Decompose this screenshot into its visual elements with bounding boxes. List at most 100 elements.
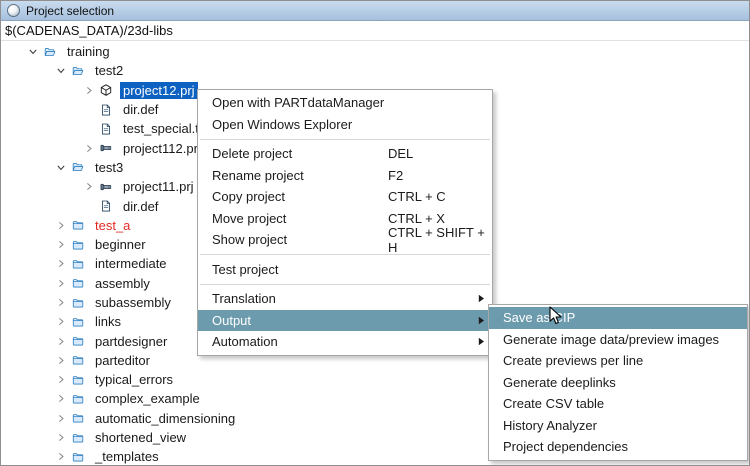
expander-collapsed[interactable] (56, 219, 69, 232)
document-icon (100, 121, 112, 137)
tree-item-label: automatic_dimensioning (95, 410, 236, 426)
menu-item-rename-project[interactable]: Rename project F2 (198, 165, 492, 187)
menu-item-shortcut: CTRL + SHIFT + H (388, 224, 485, 255)
menu-item-label: Save as CIP (503, 310, 576, 326)
menu-item-copy-project[interactable]: Copy project CTRL + C (198, 186, 492, 208)
menu-item-automation[interactable]: Automation (198, 331, 492, 353)
document-icon (100, 102, 116, 118)
cube-icon (100, 82, 112, 98)
menu-item-generate-image-data-preview-images[interactable]: Generate image data/preview images (489, 329, 747, 351)
menu-item-label: Generate deeplinks (503, 374, 616, 390)
expander-collapsed[interactable] (56, 296, 69, 309)
tree-item-label: subassembly (95, 295, 171, 310)
chevron-right-icon (56, 315, 66, 328)
menu-item-generate-deeplinks[interactable]: Generate deeplinks (489, 372, 747, 394)
tree-item-label: partdesigner (95, 333, 168, 349)
expander-collapsed[interactable] (56, 238, 69, 251)
bolt-icon (100, 179, 112, 195)
expander-collapsed[interactable] (56, 412, 69, 425)
app-sphere-icon (7, 4, 20, 17)
folder-closed-icon (72, 410, 84, 426)
menu-item-shortcut: F2 (388, 167, 404, 183)
menu-item-delete-project[interactable]: Delete project DEL (198, 143, 492, 165)
menu-item-label: History Analyzer (503, 417, 597, 433)
expander-expanded[interactable] (28, 45, 41, 58)
folder-closed-icon (72, 391, 84, 407)
expander-collapsed[interactable] (84, 180, 97, 193)
document-icon (100, 102, 112, 118)
tree-item-label: shortened_view (95, 430, 187, 446)
bolt-icon (100, 140, 112, 156)
chevron-right-icon (56, 354, 66, 367)
menu-item-label: Create CSV table (503, 396, 605, 412)
tree-item-label: links (95, 314, 122, 330)
document-icon (100, 121, 116, 137)
menu-item-shortcut: DEL (388, 146, 414, 162)
folder-open-icon (72, 159, 84, 175)
folder-closed-icon (72, 449, 84, 465)
output-submenu: Save as CIP Generate image data/preview i… (488, 304, 748, 461)
expander-collapsed[interactable] (56, 392, 69, 405)
menu-item-shortcut: CTRL + C (388, 189, 446, 205)
expander-collapsed[interactable] (56, 257, 69, 270)
expander-collapsed[interactable] (56, 373, 69, 386)
folder-closed-icon (72, 256, 88, 272)
expander-collapsed[interactable] (56, 450, 69, 463)
folder-closed-icon (72, 333, 88, 349)
tree-item-label: project11.prj (123, 179, 194, 195)
menu-item-output[interactable]: Output (198, 309, 492, 331)
chevron-down-icon (56, 161, 66, 174)
menu-item-create-csv-table[interactable]: Create CSV table (489, 393, 747, 415)
tree-item-test2[interactable]: test2 (2, 61, 749, 80)
expander-expanded[interactable] (56, 64, 69, 77)
chevron-right-icon (56, 335, 66, 348)
chevron-right-icon (56, 431, 66, 444)
expander-collapsed[interactable] (56, 431, 69, 444)
menu-item-save-as-cip[interactable]: Save as CIP (489, 307, 747, 329)
expander-collapsed[interactable] (56, 315, 69, 328)
chevron-right-icon (84, 180, 94, 193)
menu-item-project-dependencies[interactable]: Project dependencies (489, 436, 747, 458)
chevron-right-icon (56, 219, 66, 232)
menu-item-create-previews-per-line[interactable]: Create previews per line (489, 350, 747, 372)
chevron-right-icon (56, 450, 66, 463)
library-path-field[interactable]: $(CADENAS_DATA)/23d-libs (1, 21, 749, 41)
folder-closed-icon (72, 217, 88, 233)
menu-item-translation[interactable]: Translation (198, 288, 492, 310)
expander-expanded[interactable] (56, 161, 69, 174)
menu-item-label: Move project (212, 210, 287, 226)
chevron-right-icon (56, 238, 66, 251)
tree-item-label: project12.prj (120, 81, 198, 99)
tree-item-label: parteditor (95, 352, 150, 368)
expander-collapsed[interactable] (56, 354, 69, 367)
menu-item-label: Delete project (212, 146, 293, 162)
menu-item-label: Open with PARTdataManager (212, 95, 385, 111)
tree-item-label: dir.def (123, 198, 159, 214)
menu-item-label: Project dependencies (503, 439, 629, 455)
menu-item-label: Translation (212, 291, 276, 307)
folder-closed-icon (72, 237, 84, 253)
menu-item-label: Test project (212, 261, 279, 277)
chevron-right-icon (56, 257, 66, 270)
tree-item-label: test2 (95, 63, 124, 79)
chevron-down-icon (56, 64, 66, 77)
tree-item-label: dir.def (123, 102, 159, 118)
folder-open-icon (72, 63, 88, 79)
document-icon (100, 198, 112, 214)
menu-item-show-project[interactable]: Show project CTRL + SHIFT + H (198, 225, 492, 255)
folder-closed-icon (72, 352, 88, 368)
menu-item-open-with-partdatamanager[interactable]: Open with PARTdataManager (198, 92, 492, 114)
expander-collapsed[interactable] (84, 84, 97, 97)
menu-item-history-analyzer[interactable]: History Analyzer (489, 415, 747, 437)
menu-item-test-project[interactable]: Test project (198, 259, 492, 281)
chevron-right-icon (56, 392, 66, 405)
tree-item-training[interactable]: training (2, 42, 749, 61)
menu-item-open-windows-explorer[interactable]: Open Windows Explorer (198, 114, 492, 136)
expander-collapsed[interactable] (56, 277, 69, 290)
folder-closed-icon (72, 352, 84, 368)
menu-separator (200, 283, 490, 285)
expander-collapsed[interactable] (56, 335, 69, 348)
menu-item-shortcut: CTRL + X (388, 210, 445, 226)
expander-collapsed[interactable] (84, 142, 97, 155)
